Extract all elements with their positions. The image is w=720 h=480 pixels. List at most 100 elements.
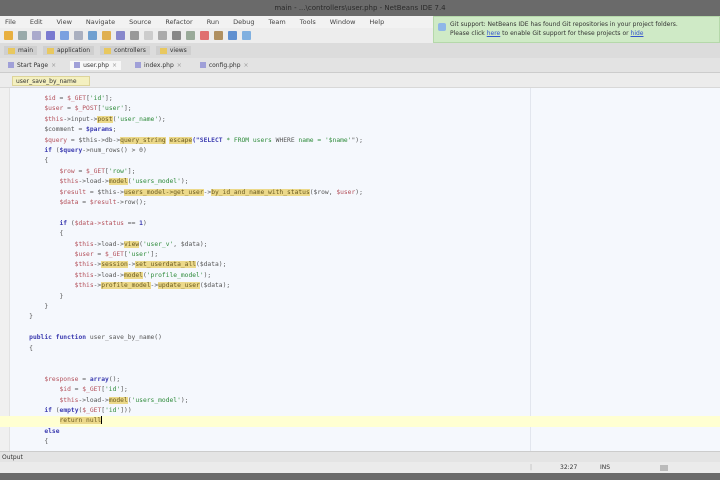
step-into-icon[interactable] [186,31,195,40]
editor-tab[interactable]: config.php × [196,61,253,70]
menu-run[interactable]: Run [204,16,222,28]
editor-tab[interactable]: user.php × [70,60,122,70]
code-token: ->input-> [63,115,98,123]
menu-source[interactable]: Source [126,16,154,28]
taskbar [0,473,720,480]
code-token: $user [336,188,356,196]
close-icon[interactable]: × [51,62,56,69]
code-line: if (empty($_GET['id'])) [0,406,720,416]
output-label: Output [2,454,23,461]
code-token: = $this->db-> [67,136,121,144]
debug-icon[interactable] [130,31,139,40]
breadcrumb-item[interactable]: views [155,46,191,55]
menu-tools[interactable]: Tools [297,16,319,28]
step-out-icon[interactable] [200,31,209,40]
menu-window[interactable]: Window [327,16,359,28]
output-panel-tab[interactable]: Output [0,451,720,462]
code-token: model [108,396,128,404]
history-icon[interactable] [242,31,251,40]
code-token: } [29,313,33,321]
code-token: $this [74,271,94,279]
code-line: $query = $this->db->query_string escape(… [0,136,720,146]
step-over-icon[interactable] [172,31,181,40]
code-token: function [55,334,87,342]
menu-refactor[interactable]: Refactor [162,16,195,28]
code-token: { [44,438,49,446]
method-navigator[interactable]: user_save_by_name [12,76,90,86]
code-token: $_POST [74,105,98,113]
code-token: if [59,219,68,227]
code-line [0,364,720,374]
menu-debug[interactable]: Debug [230,16,257,28]
breadcrumb-item[interactable]: controllers [100,46,150,55]
code-line: $id = $_GET['id']; [0,385,720,395]
menu-edit[interactable]: Edit [27,16,46,28]
code-token: model [123,271,143,279]
code-line: $this->input->post('user_name'); [0,115,720,125]
code-token: ->load-> [78,178,109,186]
project-breadcrumb-bar: main application controllers views [0,43,720,58]
notifications-icon[interactable] [660,465,668,471]
php-file-icon [74,62,81,68]
breadcrumb-item[interactable]: application [43,46,95,55]
breadcrumb-label: views [169,47,187,54]
breadcrumb-label: controllers [114,47,146,54]
code-token: { [29,344,33,352]
breadcrumb-item[interactable]: main [4,46,37,55]
editor-tab[interactable]: Start Page × [4,61,60,70]
code-token: if [44,407,52,414]
copy-icon[interactable] [74,31,83,40]
enable-git-link[interactable]: here [487,30,501,37]
code-line: else [0,427,720,437]
close-icon[interactable]: × [177,62,182,69]
navigator-bar: user_save_by_name [0,73,720,88]
redo-icon[interactable] [60,31,69,40]
menu-team[interactable]: Team [266,16,289,28]
open-icon[interactable] [18,31,27,40]
code-token: $_GET [82,407,102,414]
menu-file[interactable]: File [2,16,19,28]
code-editor[interactable]: $id = $_GET['id']; $user = $_POST['user'… [0,88,720,451]
git-icon[interactable] [228,31,237,40]
code-line: $this->load->model('profile_model'); [0,271,720,281]
run-icon[interactable] [116,31,125,40]
save-icon[interactable] [32,31,41,40]
code-token: = [78,199,90,206]
code-token: ( [51,147,60,154]
code-token: 'user' [127,251,151,258]
code-token: user_save_by_name() [86,334,162,342]
continue-icon[interactable] [214,31,223,40]
hide-link[interactable]: hide [631,30,644,37]
notification-line-1: Git support: NetBeans IDE has found Git … [450,21,678,28]
menu-view[interactable]: View [53,16,74,28]
editor-tab[interactable]: index.php × [131,61,186,70]
close-icon[interactable]: × [112,62,117,69]
info-icon [438,23,446,31]
code-token: ]; [123,105,132,113]
menu-help[interactable]: Help [366,16,387,28]
code-line: return null [0,416,720,427]
code-token: $params [86,126,113,134]
code-token: ->load-> [93,271,124,279]
close-icon[interactable]: × [244,62,249,69]
code-line: { [0,344,720,354]
code-token: 'user_v' [142,240,174,248]
undo-icon[interactable] [46,31,55,40]
menu-navigate[interactable]: Navigate [83,16,118,28]
code-token: ); [355,188,363,196]
new-file-icon[interactable] [4,31,13,40]
stop-icon[interactable] [158,31,167,40]
code-line: } [0,292,720,302]
breadcrumb-label: main [18,47,33,54]
profile-icon[interactable] [144,31,153,40]
clean-build-icon[interactable] [102,31,111,40]
build-icon[interactable] [88,31,97,40]
code-line: $this->load->model('users_model'); [0,396,720,406]
code-token: { [44,157,49,165]
